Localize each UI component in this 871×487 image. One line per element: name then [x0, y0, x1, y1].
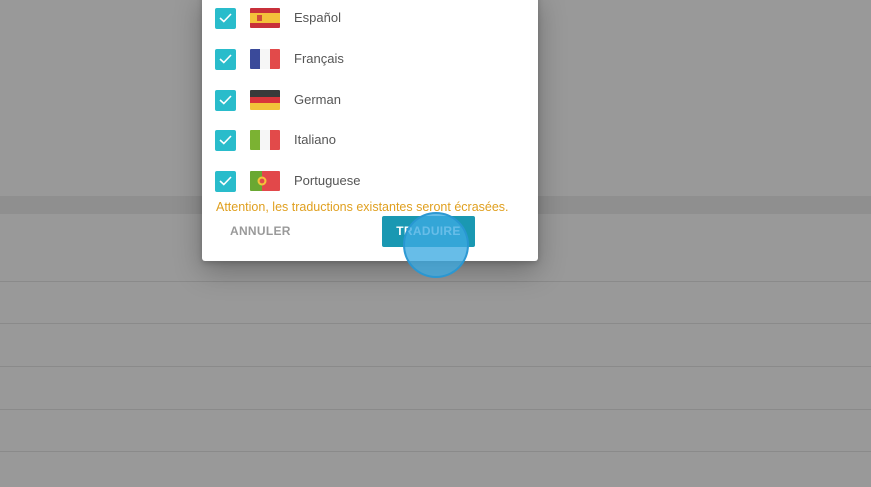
language-row-italiano[interactable]: Italiano: [202, 125, 538, 155]
italy-flag-icon: [250, 130, 280, 150]
checkmark-icon: [219, 54, 232, 64]
language-row-francais[interactable]: Français: [202, 44, 538, 74]
language-label: Portuguese: [294, 173, 361, 188]
checkbox-portuguese[interactable]: [215, 171, 236, 192]
translate-dialog: Español Français German Italiano Portugu…: [202, 0, 538, 261]
language-label: Español: [294, 10, 341, 25]
cancel-button[interactable]: ANNULER: [216, 216, 304, 246]
checkmark-icon: [219, 95, 232, 105]
checkmark-icon: [219, 176, 232, 186]
language-row-espanol[interactable]: Español: [202, 3, 538, 33]
language-label: German: [294, 92, 341, 107]
checkbox-italiano[interactable]: [215, 130, 236, 151]
language-row-german[interactable]: German: [202, 85, 538, 115]
overwrite-warning: Attention, les traductions existantes se…: [216, 200, 509, 214]
checkmark-icon: [219, 135, 232, 145]
spain-flag-icon: [250, 8, 280, 28]
checkbox-german[interactable]: [215, 90, 236, 111]
language-label: Français: [294, 51, 344, 66]
germany-flag-icon: [250, 90, 280, 110]
portugal-flag-icon: [250, 171, 280, 191]
checkbox-francais[interactable]: [215, 49, 236, 70]
france-flag-icon: [250, 49, 280, 69]
language-row-portuguese[interactable]: Portuguese: [202, 166, 538, 196]
checkbox-espanol[interactable]: [215, 8, 236, 29]
language-label: Italiano: [294, 132, 336, 147]
checkmark-icon: [219, 13, 232, 23]
click-indicator: [403, 212, 469, 278]
